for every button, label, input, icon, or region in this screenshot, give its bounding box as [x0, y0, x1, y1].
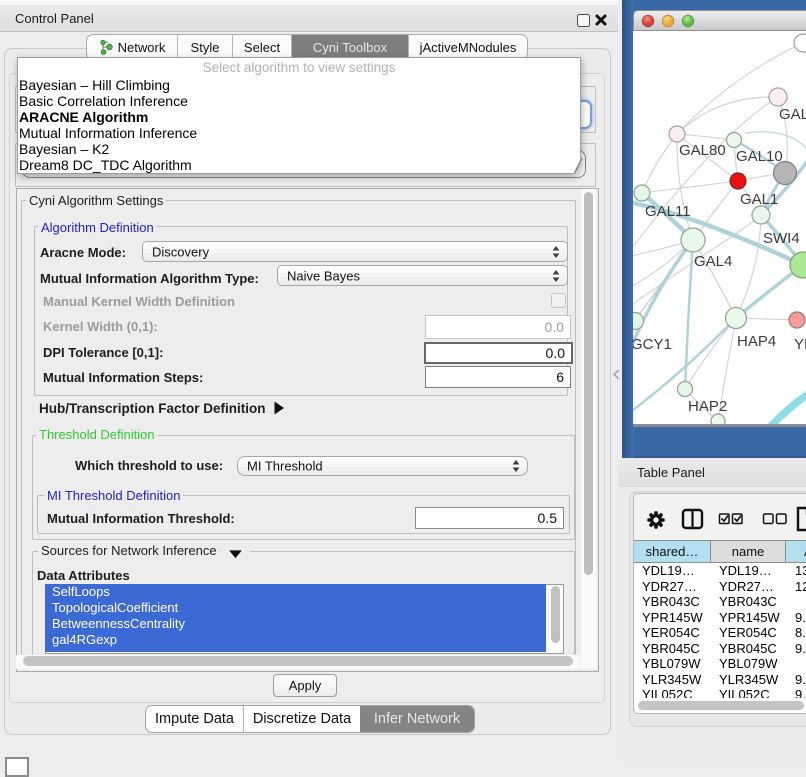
svg-text:GAL10: GAL10: [736, 148, 783, 165]
svg-text:GAL80: GAL80: [679, 142, 726, 159]
svg-text:GAL7: GAL7: [779, 106, 806, 123]
svg-text:YD: YD: [794, 336, 806, 353]
svg-text:GAL11: GAL11: [645, 203, 691, 220]
svg-text:HAP4: HAP4: [737, 333, 776, 350]
svg-text:HAP2: HAP2: [688, 398, 727, 415]
svg-text:GAL1: GAL1: [740, 191, 778, 208]
svg-text:GCY1: GCY1: [633, 336, 672, 353]
svg-text:GAL4: GAL4: [694, 253, 732, 270]
svg-text:SWI4: SWI4: [763, 230, 800, 247]
